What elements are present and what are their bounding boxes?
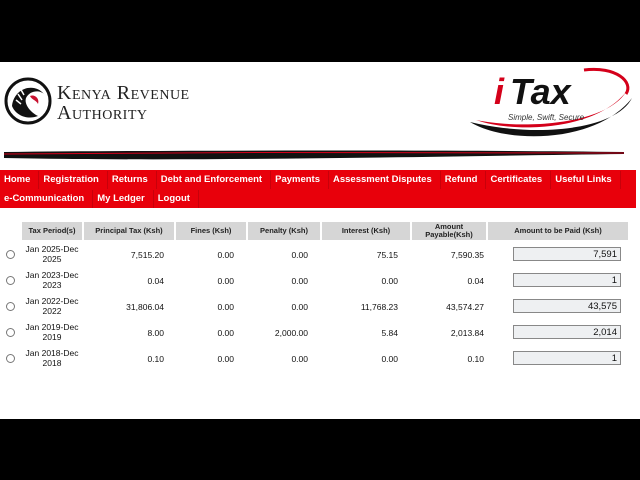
table-row: Jan 2018-Dec 2018 0.10 0.00 0.00 0.00 0.10: [0, 346, 630, 372]
nav-item[interactable]: Returns: [108, 171, 157, 189]
itax-logo: i Tax Simple, Swift, Secure: [470, 67, 632, 137]
penalty-cell: 0.00: [291, 250, 308, 260]
tax-period-cell: Jan 2025-Dec 2025: [25, 244, 79, 264]
nav-row-2: e-Communication My Ledger Logout: [0, 190, 199, 208]
payable-cell: 0.10: [467, 354, 484, 364]
penalty-cell: 0.00: [291, 302, 308, 312]
nav-row-1: Home Registration Returns Debt and Enforcem…: [0, 171, 621, 189]
principal-cell: 8.00: [147, 328, 164, 338]
amount-to-pay-input[interactable]: [513, 325, 621, 339]
principal-cell: 7,515.20: [130, 250, 164, 260]
row-select-radio[interactable]: [6, 354, 15, 363]
penalty-cell: 2,000.00: [274, 328, 308, 338]
nav-item[interactable]: Assessment Disputes: [329, 171, 441, 189]
header-swoosh: [3, 150, 625, 160]
payable-cell: 43,574.27: [446, 302, 484, 312]
itax-page: Kenya Revenue Authority i Tax Simple, Sw…: [0, 62, 640, 419]
interest-cell: 0.00: [381, 276, 398, 286]
nav-item[interactable]: Logout: [154, 190, 199, 208]
penalty-cell: 0.00: [291, 354, 308, 364]
row-select-radio[interactable]: [6, 302, 15, 311]
payable-cell: 2,013.84: [450, 328, 484, 338]
table-row: Jan 2019-Dec 2019 8.00 0.00 2,000.00 5.84 2,0…: [0, 320, 630, 346]
table-row: Jan 2025-Dec 2025 7,515.20 0.00 0.00 75.15 7,…: [0, 242, 630, 268]
nav-item[interactable]: Debt and Enforcement: [157, 171, 272, 189]
nav-item[interactable]: My Ledger: [93, 190, 154, 208]
principal-cell: 0.10: [147, 354, 164, 364]
amount-to-pay-input[interactable]: [513, 247, 621, 261]
nav-item[interactable]: Payments: [271, 171, 329, 189]
kra-lion-logo-icon: [4, 77, 52, 125]
fines-cell: 0.00: [217, 250, 234, 260]
interest-cell: 75.15: [376, 250, 398, 260]
amount-to-pay-input[interactable]: [513, 273, 621, 287]
brand-tax: Tax: [510, 71, 573, 112]
table-row: Jan 2022-Dec 2022 31,806.04 0.00 0.00 11,768…: [0, 294, 630, 320]
interest-cell: 5.84: [381, 328, 398, 338]
col-header-to-pay: Amount to be Paid (Ksh): [488, 222, 628, 240]
amount-to-pay-input[interactable]: [513, 299, 621, 313]
tax-period-cell: Jan 2018-Dec 2018: [25, 348, 79, 368]
payable-cell: 0.04: [467, 276, 484, 286]
nav-item[interactable]: Certificates: [486, 171, 552, 189]
nav-item[interactable]: e-Communication: [0, 190, 94, 208]
tax-period-cell: Jan 2022-Dec 2022: [25, 296, 79, 316]
nav-item[interactable]: Refund: [441, 171, 487, 189]
fines-cell: 0.00: [217, 276, 234, 286]
org-name-line2: Authority: [57, 102, 148, 124]
payable-cell: 7,590.35: [450, 250, 484, 260]
main-nav: Home Registration Returns Debt and Enforcem…: [0, 170, 636, 208]
table-row: Jan 2023-Dec 2023 0.04 0.00 0.00 0.00 0.04: [0, 268, 630, 294]
nav-item[interactable]: Useful Links: [551, 171, 621, 189]
principal-cell: 0.04: [147, 276, 164, 286]
col-header-interest: Interest (Ksh): [322, 222, 410, 240]
col-header-fines: Fines (Ksh): [176, 222, 246, 240]
fines-cell: 0.00: [217, 302, 234, 312]
penalty-cell: 0.00: [291, 276, 308, 286]
nav-item[interactable]: Home: [0, 171, 40, 189]
fines-cell: 0.00: [217, 328, 234, 338]
tax-period-cell: Jan 2023-Dec 2023: [25, 270, 79, 290]
nav-item[interactable]: Registration: [39, 171, 108, 189]
principal-cell: 31,806.04: [126, 302, 164, 312]
fines-cell: 0.00: [217, 354, 234, 364]
col-header-penalty: Penalty (Ksh): [248, 222, 320, 240]
brand-i: i: [494, 71, 505, 112]
col-header-period: Tax Period(s): [22, 222, 82, 240]
row-select-radio[interactable]: [6, 276, 15, 285]
amount-to-pay-input[interactable]: [513, 351, 621, 365]
col-header-principal: Principal Tax (Ksh): [84, 222, 174, 240]
tax-period-cell: Jan 2019-Dec 2019: [25, 322, 79, 342]
row-select-radio[interactable]: [6, 250, 15, 259]
interest-cell: 0.00: [381, 354, 398, 364]
row-select-radio[interactable]: [6, 328, 15, 337]
brand-tagline: Simple, Swift, Secure: [508, 113, 585, 122]
col-header-payable: Amount Payable(Ksh): [412, 222, 486, 240]
interest-cell: 11,768.23: [360, 302, 398, 312]
